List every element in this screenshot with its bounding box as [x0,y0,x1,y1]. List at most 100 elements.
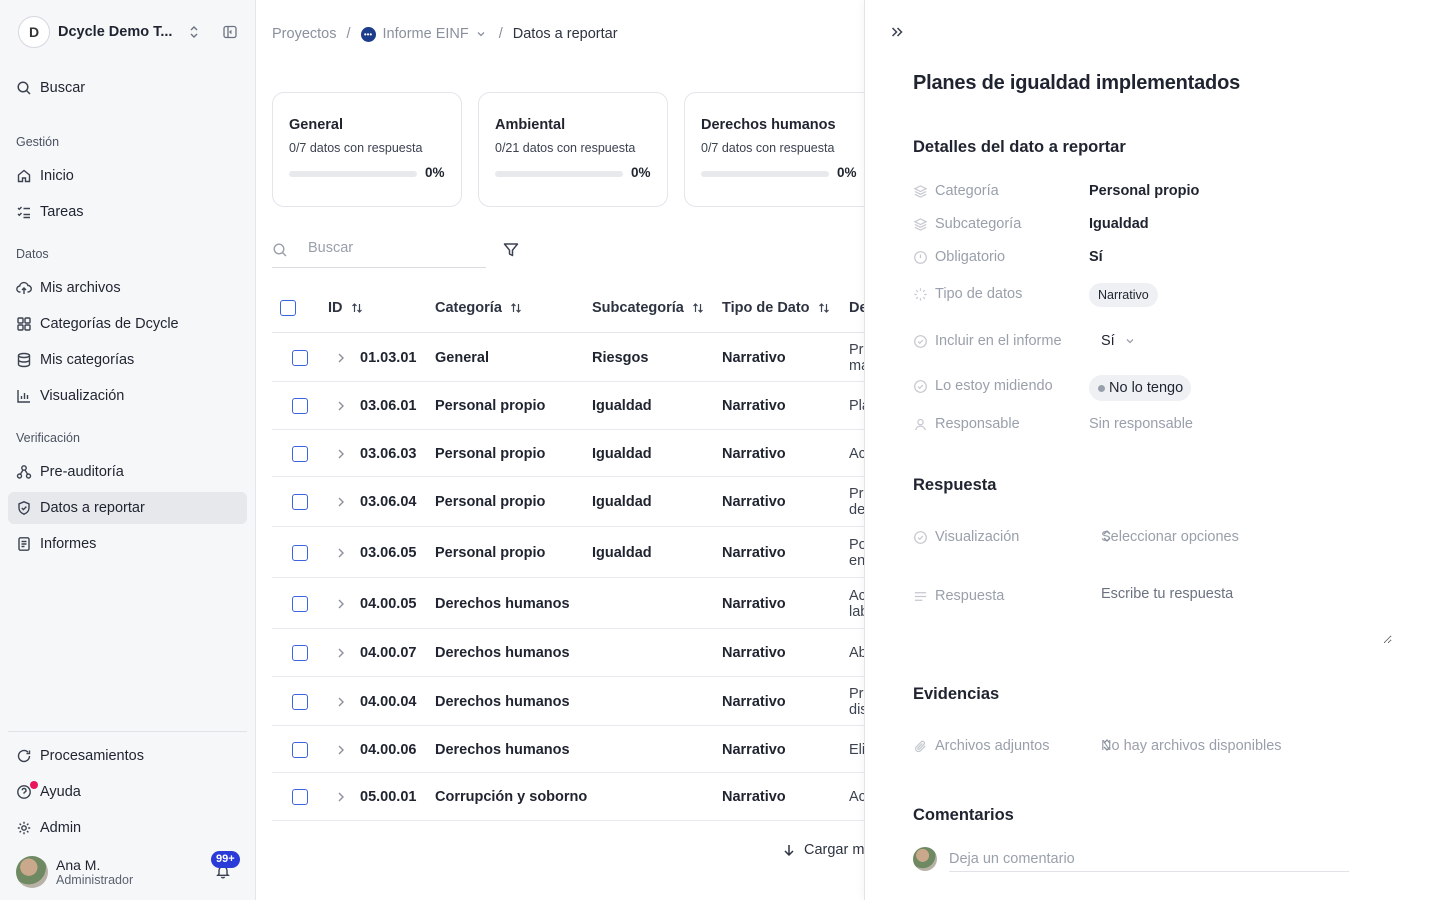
table-row[interactable]: 04.00.04 Derechos humanos Narrativo Prodis [272,677,864,726]
breadcrumb-report[interactable]: Informe EINF [383,26,469,42]
summary-card[interactable]: Ambiental 0/21 datos con respuesta 0% [478,92,668,207]
sidebar-item-visualizacion[interactable]: Visualización [8,380,247,412]
cell-descripcion: en [849,553,864,569]
row-checkbox[interactable] [292,545,308,561]
cell-tipo: Narrativo [722,350,786,366]
row-checkbox[interactable] [292,398,308,414]
row-checkbox[interactable] [292,645,308,661]
sidebar-item-datos-reportar[interactable]: Datos a reportar [8,492,247,524]
filter-icon[interactable] [502,241,520,259]
card-subtitle: 0/7 datos con respuesta [289,141,423,155]
sidebar-item-categorias-dcycle[interactable]: Categorías de Dcycle [8,308,247,340]
sidebar-item-mis-categorias[interactable]: Mis categorías [8,344,247,376]
sidebar-item-admin[interactable]: Admin [8,812,247,844]
cell-categoria: Derechos humanos [435,645,570,661]
row-checkbox[interactable] [292,694,308,710]
search-input[interactable] [308,240,478,256]
column-header-categoria[interactable]: Categoría [435,300,522,316]
responsable-selector[interactable]: Sin responsable [1089,416,1193,432]
section-datos: Datos [16,247,49,261]
prop-incluir-informe: Incluir en el informe Sí [913,330,1393,354]
cell-tipo: Narrativo [722,545,786,561]
chevron-up-down-icon [1101,738,1301,752]
sidebar-item-informes[interactable]: Informes [8,528,247,560]
table-row[interactable]: 04.00.05 Derechos humanos Narrativo Aclab [272,578,864,629]
chevron-up-down-icon[interactable] [186,24,202,40]
cell-id: 04.00.06 [360,742,417,758]
sidebar-item-tareas[interactable]: Tareas [8,196,247,228]
comment-input[interactable] [949,846,1349,872]
cell-subcategoria: Igualdad [592,494,652,510]
sidebar-item-ayuda[interactable]: Ayuda [8,776,247,808]
sidebar-collapse-icon[interactable] [222,24,238,40]
table-row[interactable]: 03.06.05 Personal propio Igualdad Narrativo… [272,527,864,578]
summary-card[interactable]: Derechos humanos 0/7 datos con respuesta… [684,92,864,207]
incluir-informe-dropdown[interactable]: Sí [1101,333,1136,349]
progress-bar [701,171,829,177]
table-row[interactable]: 04.00.07 Derechos humanos Narrativo Ab [272,629,864,677]
row-checkbox[interactable] [292,494,308,510]
row-checkbox[interactable] [292,596,308,612]
chevron-right-icon[interactable] [334,447,348,461]
column-header-subcategoria[interactable]: Subcategoría [592,300,704,316]
collapse-panel-icon[interactable] [889,24,905,40]
respuesta-textarea[interactable] [1089,578,1392,644]
chevron-right-icon[interactable] [334,546,348,560]
chevron-right-icon[interactable] [334,646,348,660]
table-row[interactable]: 03.06.03 Personal propio Igualdad Narrativo… [272,430,864,477]
prop-obligatorio: Obligatorio Sí [913,246,1393,270]
midiendo-status-badge[interactable]: No lo tengo [1089,375,1192,401]
chevron-right-icon[interactable] [334,790,348,804]
table-row[interactable]: 03.06.01 Personal propio Igualdad Narrativo… [272,382,864,430]
main-content: Proyectos / ••• Informe EINF / Datos a r… [256,0,864,900]
cell-categoria: Personal propio [435,398,546,414]
alert-circle-icon [913,250,928,265]
sidebar-item-inicio[interactable]: Inicio [8,160,247,192]
row-checkbox[interactable] [292,350,308,366]
prop-label: Subcategoría [935,216,1022,232]
column-header-id[interactable]: ID [328,300,363,316]
sidebar-search[interactable]: Buscar [8,72,247,104]
section-title-detalles: Detalles del dato a reportar [913,138,1126,156]
load-more-button[interactable]: Cargar ma [782,842,864,858]
row-checkbox[interactable] [292,789,308,805]
table-row[interactable]: 03.06.04 Personal propio Igualdad Narrativo… [272,477,864,527]
cell-tipo: Narrativo [722,645,786,661]
prop-label: Incluir en el informe [935,333,1062,349]
chevron-right-icon[interactable] [334,597,348,611]
select-all-checkbox[interactable] [280,300,296,316]
row-checkbox[interactable] [292,446,308,462]
avatar [16,856,48,888]
chevron-right-icon[interactable] [334,351,348,365]
chevron-right-icon[interactable] [334,495,348,509]
column-header-descripcion[interactable]: De [849,300,864,316]
breadcrumb-projects[interactable]: Proyectos [272,26,336,42]
visualizacion-select[interactable]: Seleccionar opciones [1089,517,1391,555]
sidebar-item-label: Visualización [40,388,125,404]
sidebar-search-label: Buscar [40,80,86,96]
sidebar-item-pre-auditoria[interactable]: Pre-auditoría [8,456,247,488]
adjuntos-select[interactable]: No hay archivos disponibles [1089,726,1315,764]
workspace-switcher[interactable]: D Dcycle Demo T... [18,16,246,48]
cell-tipo: Narrativo [722,446,786,462]
chevron-right-icon[interactable] [334,399,348,413]
column-header-tipo[interactable]: Tipo de Dato [722,300,830,316]
cell-descripcion: Eli [849,742,864,758]
table-row[interactable]: 01.03.01 General Riesgos Narrativo Prima [272,333,864,382]
chevron-right-icon[interactable] [334,743,348,757]
summary-card[interactable]: General 0/7 datos con respuesta 0% [272,92,462,207]
chevron-down-icon[interactable] [475,28,487,40]
sidebar-item-mis-archivos[interactable]: Mis archivos [8,272,247,304]
row-checkbox[interactable] [292,742,308,758]
table-header: ID Categoría Subcategoría Tipo de Dato D… [272,290,864,333]
bar-chart-icon [16,388,32,404]
table-row[interactable]: 05.00.01 Corrupción y soborno Narrativo Ac [272,773,864,821]
sidebar-item-procesamientos[interactable]: Procesamientos [8,740,247,772]
table-row[interactable]: 04.00.06 Derechos humanos Narrativo Eli [272,726,864,773]
workspace-name: Dcycle Demo T... [58,24,173,40]
chevron-up-down-icon [1101,529,1377,543]
chevron-right-icon[interactable] [334,695,348,709]
user-profile[interactable]: Ana M. Administrador 99+ [16,851,248,889]
cell-tipo: Narrativo [722,494,786,510]
check-circle-icon [913,530,928,545]
